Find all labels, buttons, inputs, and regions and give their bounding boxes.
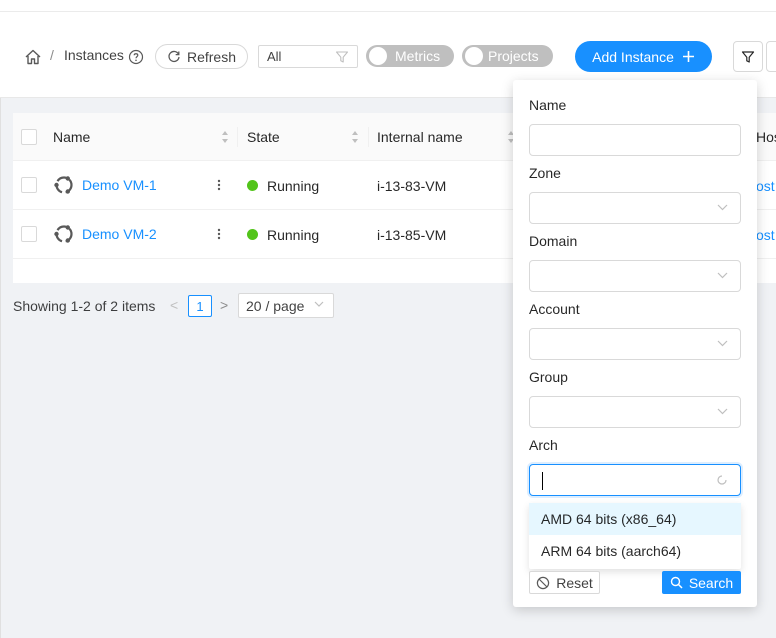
status-dot xyxy=(247,229,258,240)
home-icon[interactable] xyxy=(24,48,42,66)
pagination-total: Showing 1-2 of 2 items xyxy=(13,298,156,314)
refresh-label: Refresh xyxy=(186,48,237,65)
field-label: Name xyxy=(529,97,567,113)
projects-toggle[interactable]: Projects xyxy=(462,45,553,67)
chevron-down-icon xyxy=(717,272,728,279)
more-actions-icon[interactable] xyxy=(209,224,229,244)
filter-button[interactable] xyxy=(733,41,763,72)
name-input[interactable] xyxy=(529,124,741,156)
ubuntu-icon xyxy=(54,225,73,243)
chevron-down-icon xyxy=(717,340,728,347)
row-checkbox[interactable] xyxy=(21,226,37,242)
field-label: Zone xyxy=(529,165,561,181)
plus-icon xyxy=(682,51,694,62)
metrics-toggle[interactable]: Metrics xyxy=(366,45,454,67)
arch-option[interactable]: ARM 64 bits (aarch64) xyxy=(529,535,741,567)
column-header-state[interactable]: State xyxy=(247,129,280,145)
toggle-knob xyxy=(465,47,483,65)
row-checkbox[interactable] xyxy=(21,177,37,193)
text-cursor xyxy=(542,472,543,490)
field-label: Account xyxy=(529,301,580,317)
stop-icon xyxy=(537,576,550,589)
refresh-button[interactable]: Refresh xyxy=(155,44,248,69)
loading-icon xyxy=(717,475,727,485)
reset-label: Reset xyxy=(556,574,593,591)
filter-select-value: All xyxy=(267,49,282,64)
instance-name-link[interactable]: Demo VM-2 xyxy=(82,226,157,242)
instance-internal-name: i-13-83-VM xyxy=(377,178,447,194)
top-strip xyxy=(0,0,776,12)
funnel-icon xyxy=(335,51,349,63)
host-link[interactable]: ost xyxy=(756,178,775,194)
reload-icon xyxy=(168,50,180,62)
toggle-knob xyxy=(369,47,387,65)
field-label: Group xyxy=(529,369,568,385)
instance-internal-name: i-13-85-VM xyxy=(377,227,447,243)
columns-button[interactable] xyxy=(766,41,776,72)
add-instance-label: Add Instance xyxy=(592,48,674,65)
funnel-icon xyxy=(741,50,755,63)
account-select[interactable] xyxy=(529,328,741,360)
sort-icon[interactable] xyxy=(351,130,359,144)
reset-button[interactable]: Reset xyxy=(529,571,600,594)
field-label: Domain xyxy=(529,233,578,249)
page-number[interactable]: 1 xyxy=(188,295,212,317)
group-select[interactable] xyxy=(529,396,741,428)
zone-select[interactable] xyxy=(529,192,741,224)
column-header-name[interactable]: Name xyxy=(53,129,90,145)
metrics-label: Metrics xyxy=(395,48,441,64)
arch-select[interactable] xyxy=(529,464,741,496)
instance-state: Running xyxy=(267,178,320,194)
next-page-button[interactable]: > xyxy=(220,297,228,313)
column-divider xyxy=(368,127,369,147)
column-header-internal-name[interactable]: Internal name xyxy=(377,129,463,145)
host-link[interactable]: ost xyxy=(756,227,775,243)
search-button[interactable]: Search xyxy=(662,571,741,594)
filter-panel: Name Zone Domain Account Group Arch AMD … xyxy=(513,80,757,607)
page-size-select[interactable]: 20 / page xyxy=(238,293,334,318)
chevron-down-icon xyxy=(717,204,728,211)
instance-state: Running xyxy=(267,227,320,243)
column-divider xyxy=(237,127,238,147)
projects-label: Projects xyxy=(488,48,539,64)
search-label: Search xyxy=(688,574,734,591)
instance-name-link[interactable]: Demo VM-1 xyxy=(82,177,157,193)
more-actions-icon[interactable] xyxy=(209,175,229,195)
field-label: Arch xyxy=(529,437,558,453)
page-size-value: 20 / page xyxy=(246,297,305,314)
prev-page-button[interactable]: < xyxy=(170,297,178,313)
breadcrumb-separator: / xyxy=(50,47,54,63)
select-all-checkbox[interactable] xyxy=(21,129,37,145)
ubuntu-icon xyxy=(54,176,73,194)
arch-option[interactable]: AMD 64 bits (x86_64) xyxy=(529,503,741,535)
page-title: Instances xyxy=(64,47,124,63)
chevron-down-icon xyxy=(314,301,324,307)
domain-select[interactable] xyxy=(529,260,741,292)
arch-options-list: AMD 64 bits (x86_64) ARM 64 bits (aarch6… xyxy=(529,503,741,569)
sort-icon[interactable] xyxy=(221,130,229,144)
column-header-host[interactable]: Host xyxy=(756,129,776,145)
help-icon[interactable] xyxy=(128,49,144,65)
status-dot xyxy=(247,180,258,191)
search-icon xyxy=(670,576,683,589)
chevron-down-icon xyxy=(717,408,728,415)
filter-select[interactable]: All xyxy=(258,45,358,68)
add-instance-button[interactable]: Add Instance xyxy=(575,41,712,72)
